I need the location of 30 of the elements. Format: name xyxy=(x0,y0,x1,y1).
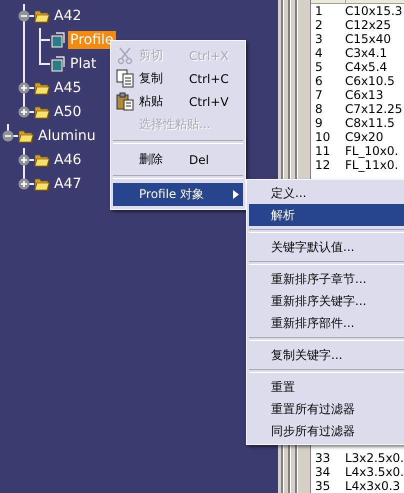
table-cell: C3x4.1 xyxy=(344,46,388,60)
row-number: 12 xyxy=(314,158,332,172)
row-number: 35 xyxy=(314,479,332,493)
table-cell: FL_10x0. xyxy=(344,144,398,158)
row-number: 8 xyxy=(314,102,324,116)
table-cell: C12x25 xyxy=(344,18,391,32)
table-cell: C4x5.4 xyxy=(344,60,388,74)
table-cell: C8x11.5 xyxy=(344,116,395,130)
row-number: 10 xyxy=(314,130,332,144)
row-number: 33 xyxy=(314,451,332,465)
table-cell: C7x12.25 xyxy=(344,102,402,116)
table-cell: L4x3.5x0. xyxy=(344,465,404,479)
table-cell: FL_11x0. xyxy=(344,158,398,172)
table-cell: L4x3x0.3 xyxy=(344,479,400,493)
row-number: 34 xyxy=(314,465,332,479)
row-number: 4 xyxy=(314,46,324,60)
table-cell: L3x2.5x0. xyxy=(344,451,404,465)
row-number: 3 xyxy=(314,32,324,46)
table-cell: C10x15.3 xyxy=(344,4,402,18)
row-number: 7 xyxy=(314,88,324,102)
table-cell: C6x10.5 xyxy=(344,74,395,88)
row-number: 5 xyxy=(314,60,324,74)
table-cell: C6x13 xyxy=(344,88,384,102)
table-cell: C15x40 xyxy=(344,32,391,46)
table-cell: C9x20 xyxy=(344,130,384,144)
row-number: 9 xyxy=(314,116,324,130)
row-number: 6 xyxy=(314,74,324,88)
row-number: 11 xyxy=(314,144,332,158)
row-number: 2 xyxy=(314,18,324,32)
row-number: 1 xyxy=(314,4,324,18)
